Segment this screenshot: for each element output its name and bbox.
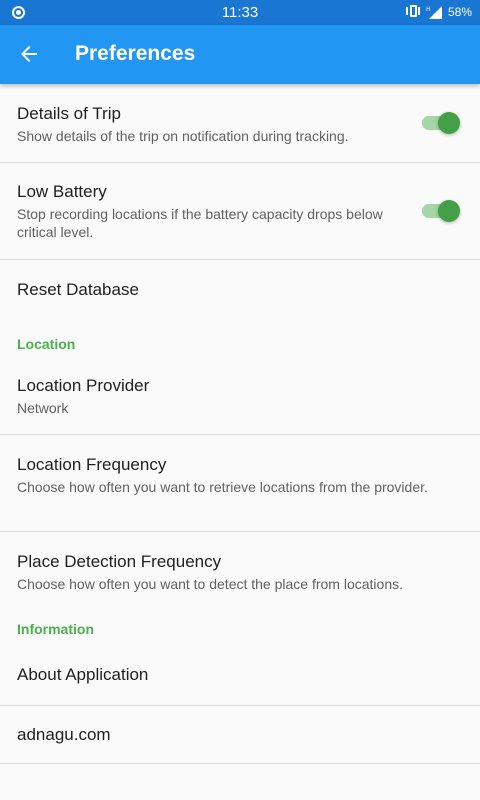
battery-percent: 58% [447,4,472,19]
pref-low-battery[interactable]: Low Battery Stop recording locations if … [0,163,480,260]
arrow-left-icon [21,46,37,62]
pref-summary: Network [17,400,69,416]
signal-h-icon: H [426,5,442,19]
pref-summary: Show details of the trip on notification… [17,128,349,144]
pref-title: Details of Trip [17,104,121,123]
pref-title: adnagu.com [17,725,111,744]
pref-summary: Choose how often you want to detect the … [17,576,404,592]
status-bar: 11:33 H 58% [0,0,480,25]
pref-title: Low Battery [17,182,107,201]
pref-website[interactable]: adnagu.com [0,706,480,764]
pref-details-of-trip[interactable]: Details of Trip Show details of the trip… [0,84,480,163]
pref-title: Location Frequency [17,455,167,474]
low-battery-toggle[interactable] [422,199,460,223]
details-of-trip-toggle[interactable] [422,111,460,135]
pref-summary: Choose how often you want to retrieve lo… [17,479,428,495]
vibrate-icon [405,4,420,19]
back-button[interactable] [17,42,41,66]
pref-title: Place Detection Frequency [17,552,222,571]
section-header-location: Location [17,336,76,352]
pref-summary: Stop recording locations if the battery … [17,206,383,240]
status-right-group: H 58% [405,4,472,19]
pref-reset-database[interactable]: Reset Database [0,260,480,319]
svg-text:H: H [426,6,431,13]
pref-about-application[interactable]: About Application [0,641,480,706]
pref-location-provider[interactable]: Location Provider Network [0,356,480,435]
pref-location-frequency[interactable]: Location Frequency Choose how often you … [0,435,480,532]
preferences-list: Details of Trip Show details of the trip… [0,84,480,764]
page-title: Preferences [75,42,196,65]
app-bar: Preferences [0,25,480,84]
section-header-information: Information [17,621,94,637]
pref-title: Reset Database [17,280,139,299]
pref-title: Location Provider [17,376,150,395]
pref-place-detection-frequency[interactable]: Place Detection Frequency Choose how oft… [0,532,480,612]
pref-title: About Application [17,665,149,684]
